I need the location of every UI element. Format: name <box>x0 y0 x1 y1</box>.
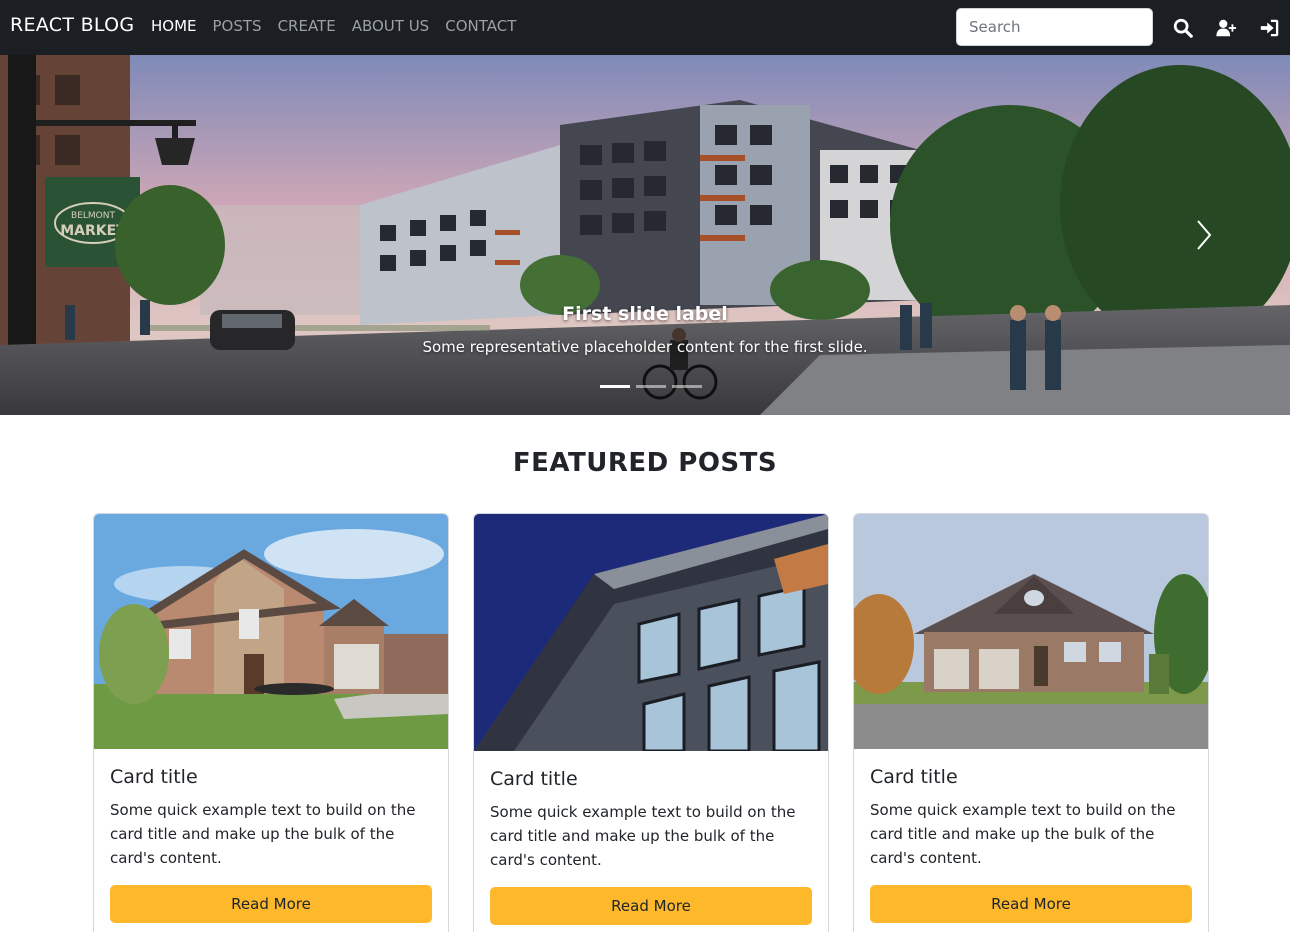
card-text: Some quick example text to build on the … <box>870 801 1176 867</box>
card-title: Card title <box>490 768 578 790</box>
carousel-indicator-3[interactable] <box>672 385 702 388</box>
hero-carousel: BELMONT MARKET First slide label Some re… <box>0 55 1290 415</box>
carousel-next-button[interactable] <box>1190 215 1220 255</box>
carousel-caption-text: Some representative placeholder content … <box>422 338 868 356</box>
card-image <box>854 514 1208 749</box>
card-text: Some quick example text to build on the … <box>490 803 796 869</box>
nav-link-create[interactable]: CREATE <box>278 17 336 35</box>
card-image <box>474 514 828 751</box>
carousel-caption-title: First slide label <box>562 303 728 325</box>
nav-link-contact[interactable]: CONTACT <box>445 17 516 35</box>
read-more-button[interactable]: Read More <box>490 887 812 925</box>
carousel-slide-image: BELMONT MARKET <box>0 55 1290 415</box>
read-more-button[interactable]: Read More <box>110 885 432 923</box>
brand-logo[interactable]: REACT BLOG <box>10 14 134 36</box>
post-card-2: Card title Some quick example text to bu… <box>473 513 829 932</box>
featured-posts-heading: FEATURED POSTS <box>512 448 778 478</box>
read-more-button[interactable]: Read More <box>870 885 1192 923</box>
nav-links: HOME POSTS CREATE ABOUT US CONTACT <box>151 17 532 35</box>
card-title: Card title <box>870 766 958 788</box>
nav-link-home[interactable]: HOME <box>151 17 197 35</box>
post-card-3: Card title Some quick example text to bu… <box>853 513 1209 932</box>
nav-link-posts[interactable]: POSTS <box>213 17 262 35</box>
nav-link-about-us[interactable]: ABOUT US <box>352 17 430 35</box>
navbar: REACT BLOG HOME POSTS CREATE ABOUT US CO… <box>0 0 1290 55</box>
carousel-indicators <box>600 385 708 388</box>
card-title: Card title <box>110 766 198 788</box>
card-image <box>94 514 448 749</box>
user-plus-icon[interactable] <box>1215 17 1237 39</box>
card-text: Some quick example text to build on the … <box>110 801 416 867</box>
post-card-1: Card title Some quick example text to bu… <box>93 513 449 932</box>
search-icon[interactable] <box>1172 17 1194 39</box>
chevron-right-icon <box>1197 220 1212 250</box>
sign-in-icon[interactable] <box>1259 17 1281 39</box>
search-input[interactable] <box>956 8 1153 46</box>
carousel-indicator-1[interactable] <box>600 385 630 388</box>
carousel-indicator-2[interactable] <box>636 385 666 388</box>
